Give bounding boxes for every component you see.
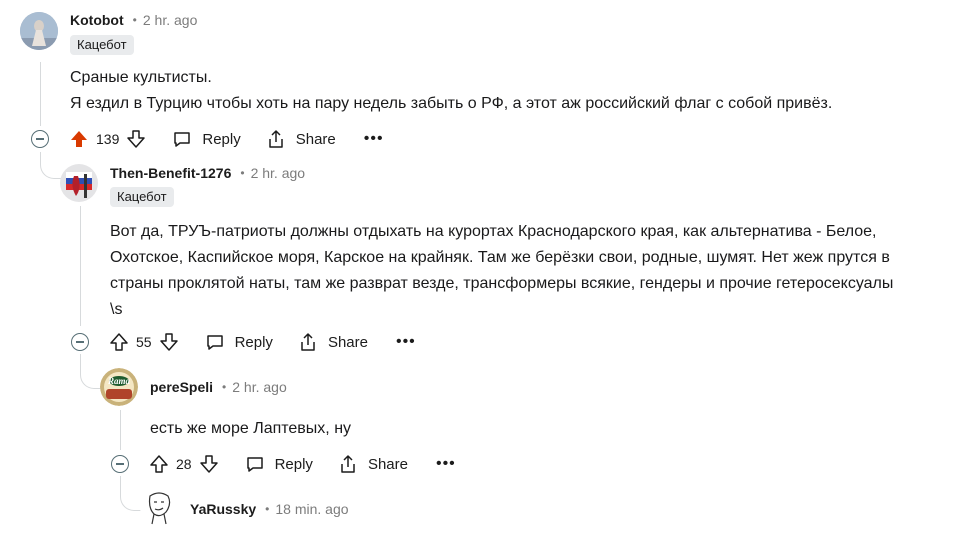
collapse-thread-button[interactable] [111, 455, 129, 473]
comment-actions: 139 Reply Share ••• [68, 125, 384, 153]
separator-dot: • [265, 502, 270, 516]
separator-dot: • [132, 13, 137, 27]
more-options-button[interactable]: ••• [364, 130, 384, 148]
avatar[interactable]: Rama [100, 368, 138, 406]
comment-meta: Kotobot • 2 hr. ago [70, 12, 197, 28]
upvote-icon[interactable] [108, 331, 130, 353]
timestamp[interactable]: 2 hr. ago [143, 12, 198, 28]
collapse-thread-button[interactable] [31, 130, 49, 148]
user-flair: Кацебот [70, 35, 134, 55]
comment-body: есть же море Лаптевых, ну [150, 416, 351, 442]
separator-dot: • [222, 380, 227, 394]
comment-line: Охотское, Каспийское моря, Карское на кр… [110, 249, 890, 266]
author-name[interactable]: pereSpeli [150, 379, 213, 395]
reply-button[interactable]: Reply [204, 331, 273, 353]
comment-line: страны проклятой наты, там же разврат ве… [110, 275, 894, 292]
avatar[interactable] [60, 164, 98, 202]
reply-button[interactable]: Reply [171, 128, 241, 150]
reply-label: Reply [274, 455, 313, 473]
rama-logo-avatar-icon: Rama [100, 368, 138, 406]
avatar[interactable] [140, 488, 178, 526]
vote-count: 139 [96, 131, 120, 147]
upvote-icon[interactable] [148, 453, 170, 475]
vote-count: 55 [136, 334, 152, 350]
reply-button[interactable]: Reply [244, 453, 313, 475]
avatar-image-icon [60, 164, 98, 202]
share-button[interactable]: Share [297, 331, 368, 353]
comment-line: Вот да, ТРУЪ-патриоты должны отдыхать на… [110, 223, 877, 240]
share-label: Share [367, 455, 408, 473]
comment-bubble-icon [244, 453, 266, 475]
timestamp[interactable]: 18 min. ago [275, 501, 348, 517]
timestamp[interactable]: 2 hr. ago [232, 379, 287, 395]
upvote-icon[interactable] [68, 128, 90, 150]
comment-body: Вот да, ТРУЪ-патриоты должны отдыхать на… [110, 219, 893, 323]
avatar-image-icon [20, 12, 58, 50]
share-icon [265, 128, 287, 150]
comment-bubble-icon [204, 331, 226, 353]
avatar[interactable] [20, 12, 58, 50]
collapse-thread-button[interactable] [71, 333, 89, 351]
share-label: Share [295, 130, 336, 148]
thread-line-1 [40, 62, 41, 126]
comment-actions: 28 Reply Share ••• [148, 450, 456, 478]
comment-line: Сраные культисты. [70, 69, 212, 86]
sketch-face-avatar-icon [140, 488, 178, 526]
comment-meta: pereSpeli • 2 hr. ago [150, 379, 287, 395]
thread-line-3 [120, 410, 121, 450]
comment-line: Я ездил в Турцию чтобы хоть на пару неде… [70, 95, 833, 112]
comment-actions: 55 Reply Share ••• [108, 328, 416, 356]
more-options-button[interactable]: ••• [396, 333, 416, 351]
avatar-logo-text: Rama [107, 376, 131, 386]
timestamp[interactable]: 2 hr. ago [251, 165, 306, 181]
thread-line-2 [80, 206, 81, 326]
share-button[interactable]: Share [265, 128, 336, 150]
comment-meta: Then-Benefit-1276 • 2 hr. ago [110, 165, 305, 181]
share-button[interactable]: Share [337, 453, 408, 475]
comment-meta: YaRussky • 18 min. ago [190, 501, 349, 517]
share-icon [297, 331, 319, 353]
comment-line: \s [110, 301, 123, 318]
reply-label: Reply [234, 333, 273, 351]
reply-label: Reply [202, 130, 241, 148]
vote-count: 28 [176, 456, 192, 472]
comment-body: Сраные культисты. Я ездил в Турцию чтобы… [70, 65, 832, 117]
downvote-icon[interactable] [125, 128, 147, 150]
more-options-button[interactable]: ••• [436, 455, 456, 473]
downvote-icon[interactable] [198, 453, 220, 475]
author-name[interactable]: YaRussky [190, 501, 256, 517]
author-name[interactable]: Kotobot [70, 12, 124, 28]
share-label: Share [327, 333, 368, 351]
separator-dot: • [240, 166, 245, 180]
comment-bubble-icon [171, 128, 193, 150]
author-name[interactable]: Then-Benefit-1276 [110, 165, 231, 181]
share-icon [337, 453, 359, 475]
comment-line: есть же море Лаптевых, ну [150, 420, 352, 437]
user-flair: Кацебот [110, 187, 174, 207]
downvote-icon[interactable] [158, 331, 180, 353]
